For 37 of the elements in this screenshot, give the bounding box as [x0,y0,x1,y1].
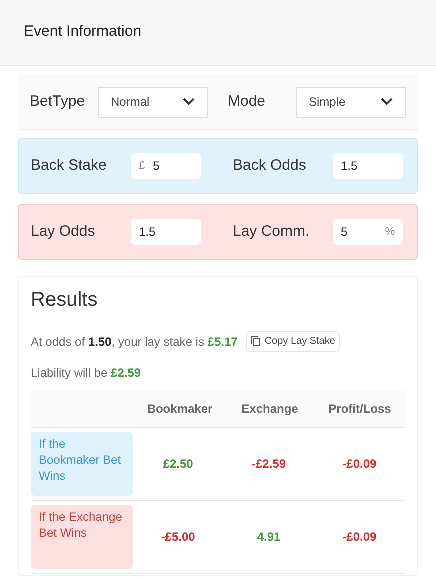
field-label: Back Stake [31,156,108,176]
row-label: If the Bookmaker Bet Wins [31,432,133,496]
field-value: 5 [153,158,161,175]
dropdown[interactable]: Simple [296,86,406,118]
chevron-down-icon [381,98,393,106]
results-title: Results [31,288,99,313]
table-cell-text: -£5.00 [161,529,196,546]
column-header: Profit/Loss [328,400,392,418]
setting-label: Mode [228,92,267,112]
input-field[interactable]: 1.5 [131,219,201,245]
input-field[interactable]: 1.5 [333,153,403,179]
table-cell-text: £2.50 [163,456,194,473]
row-label: If the Exchange Bet Wins [31,505,133,569]
table-cell-text: -£2.59 [252,456,286,473]
copy-lay-stake-button[interactable]: Copy Lay Stake [246,331,340,352]
page-title: Event Information [24,22,142,42]
percent-sign: % [385,224,395,240]
dropdown[interactable]: Normal [98,86,208,118]
lay-stake-sentence: At odds of 1.50, your lay stake is £5.17 [31,334,238,350]
field-value: 1.5 [341,158,359,175]
table-cell-text: -£0.09 [342,456,377,473]
field-label: Lay Comm. [233,222,311,242]
table-cell-text: -£0.09 [342,529,377,546]
input-field[interactable]: 5 % [333,219,403,245]
field-label: Back Odds [233,156,308,176]
liability-sentence: Liability will be £2.59 [31,365,142,382]
column-header: Exchange [240,400,300,418]
copy-icon [250,336,261,347]
field-value: 5 [341,224,349,241]
chevron-down-icon [183,98,195,106]
column-header: Bookmaker [146,400,214,418]
input-field[interactable]: £ 5 [131,153,201,179]
table-cell-text: 4.91 [257,529,281,546]
currency-sign: £ [139,158,146,174]
setting-label: BetType [30,92,86,112]
field-label: Lay Odds [31,222,96,242]
field-value: 1.5 [139,224,157,241]
